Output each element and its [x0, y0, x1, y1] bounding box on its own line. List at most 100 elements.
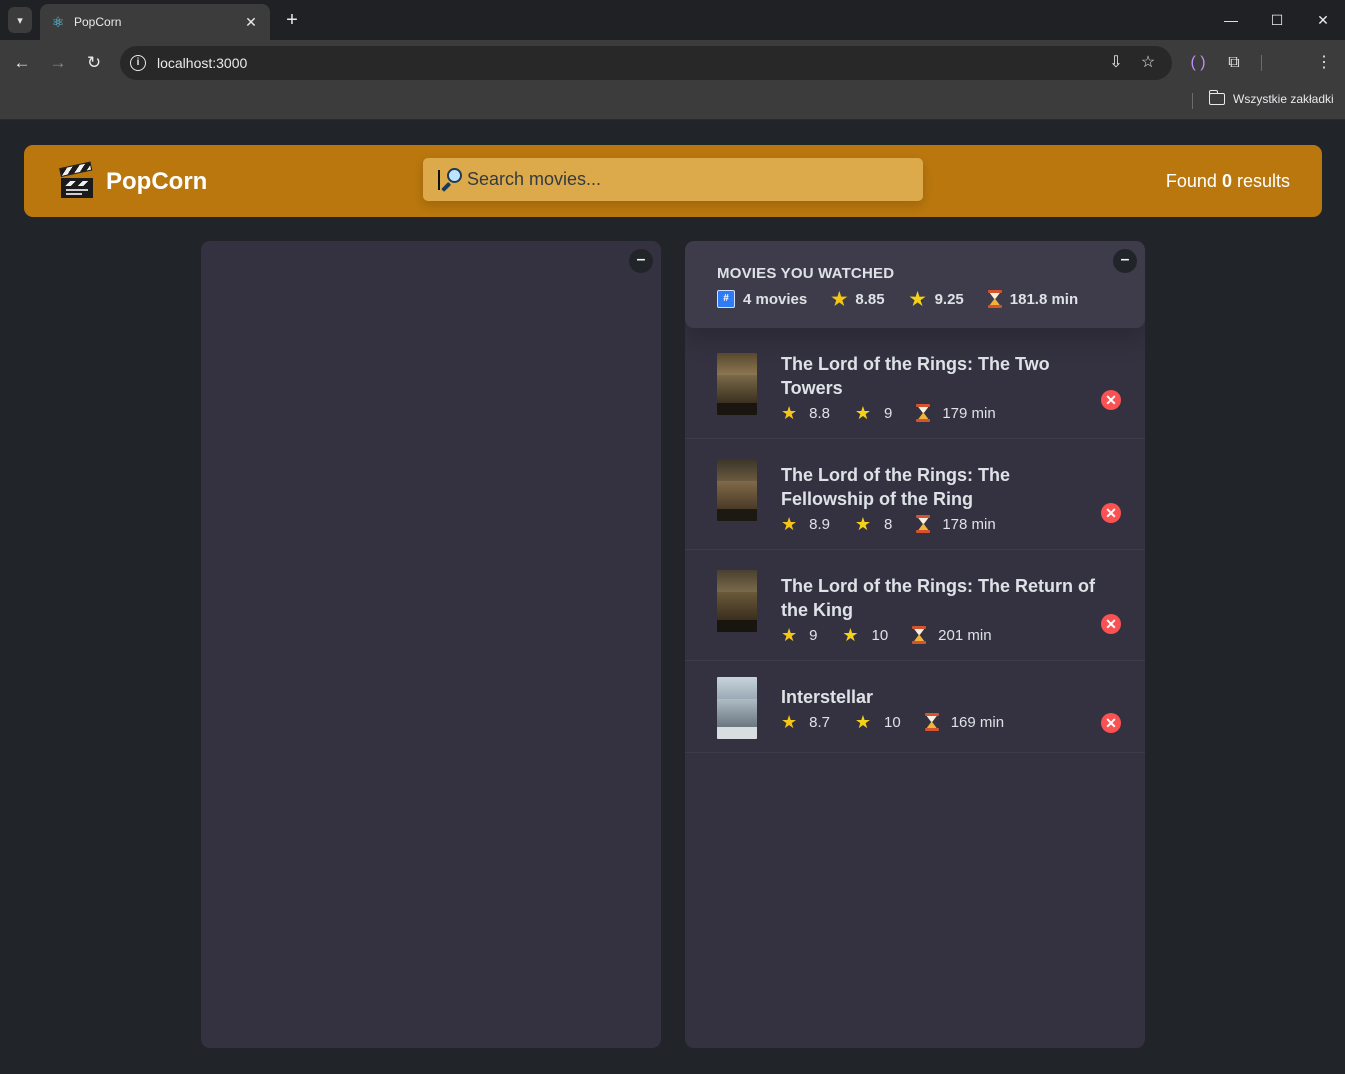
logo: PopCorn: [59, 161, 207, 199]
glowing-star-icon: ★: [909, 289, 926, 309]
user-rating-value: 9: [884, 404, 893, 422]
runtime-value: 179 min: [942, 404, 996, 422]
movie-imdb-rating: ★ 9: [781, 626, 817, 644]
star-icon: ★: [781, 712, 798, 732]
react-icon: ⚛: [51, 14, 65, 30]
movie-poster: [717, 353, 757, 415]
movie-runtime: 179 min: [916, 404, 996, 422]
hourglass-icon: [916, 515, 931, 533]
movie-stats: ★ 8.9 ★ 8 178 min: [781, 515, 1113, 533]
browser-titlebar: ▾ ⚛ PopCorn ✕ + — ☐ ✕: [0, 0, 1345, 40]
movie-title: Interstellar: [781, 687, 874, 707]
watched-movie-item: Interstellar ★ 8.7 ★ 10 169 min ✕: [685, 661, 1145, 753]
movie-stats: ★ 8.7 ★ 10 169 min: [781, 713, 1113, 731]
reload-icon[interactable]: ↻: [82, 51, 106, 75]
all-bookmarks-folder[interactable]: Wszystkie zakładki: [1208, 90, 1334, 106]
search-box[interactable]: [423, 158, 923, 201]
imdb-rating-value: 8.9: [809, 515, 830, 533]
browser-toolbar: ← → ↻ i localhost:3000 ⇩ ☆ ( ) ⧉ ⋮: [0, 40, 1345, 86]
hourglass-icon: [916, 404, 931, 422]
bookmarks-divider: [1192, 93, 1193, 109]
results-suffix: results: [1231, 171, 1290, 191]
all-bookmarks-label: Wszystkie zakładki: [1233, 92, 1334, 106]
bookmark-star-icon[interactable]: ☆: [1137, 52, 1159, 74]
forward-icon[interactable]: →: [46, 51, 70, 75]
movie-imdb-rating: ★ 8.7: [781, 713, 830, 731]
imdb-rating-value: 9: [809, 626, 818, 644]
movie-imdb-rating: ★ 8.9: [781, 515, 830, 533]
runtime-value: 169 min: [950, 713, 1005, 731]
delete-movie-button[interactable]: ✕: [1101, 713, 1121, 733]
browser-tab[interactable]: ⚛ PopCorn ✕: [40, 4, 270, 40]
movie-imdb-rating: ★ 8.8: [781, 404, 830, 422]
extensions-puzzle-icon[interactable]: ⧉: [1222, 51, 1246, 75]
imdb-rating-value: 8.7: [809, 713, 830, 731]
address-bar[interactable]: i localhost:3000 ⇩ ☆: [120, 46, 1172, 80]
movie-runtime: 178 min: [916, 515, 996, 533]
back-icon[interactable]: ←: [10, 51, 34, 75]
movie-poster: [717, 459, 757, 521]
delete-movie-button[interactable]: ✕: [1101, 390, 1121, 410]
movie-poster: [717, 570, 757, 632]
stat-avg-imdb: ★ 8.85: [831, 290, 884, 308]
glowing-star-icon: ★: [854, 514, 872, 534]
toolbar-divider: [1261, 55, 1262, 71]
user-rating-value: 10: [884, 713, 901, 731]
close-window-icon[interactable]: ✕: [1308, 8, 1338, 32]
maximize-icon[interactable]: ☐: [1262, 8, 1292, 32]
user-rating-value: 10: [871, 626, 889, 644]
hash-icon: #: [717, 290, 735, 308]
avg-imdb-value: 8.85: [855, 290, 885, 308]
extension-icon[interactable]: ( ): [1186, 51, 1210, 75]
watched-summary: Movies you watched # 4 movies ★ 8.85 ★ 9…: [685, 241, 1145, 328]
toggle-watched-button[interactable]: –: [1113, 249, 1137, 273]
movie-user-rating: ★ 10: [841, 626, 888, 644]
stat-avg-user: ★ 9.25: [909, 289, 964, 309]
nav-bar: PopCorn Found 0 results: [24, 145, 1322, 217]
minimize-icon[interactable]: —: [1216, 8, 1246, 32]
movie-poster: [717, 677, 757, 739]
movie-stats: ★ 8.8 ★ 9 179 min: [781, 404, 1113, 422]
glowing-star-icon: ★: [854, 403, 872, 423]
watched-list: The Lord of the Rings: The Two Towers ★ 8…: [685, 328, 1145, 753]
movie-title: The Lord of the Rings: The Fellowship of…: [781, 465, 1010, 509]
avg-user-value: 9.25: [934, 290, 964, 308]
new-tab-button[interactable]: +: [280, 8, 304, 32]
imdb-rating-value: 8.8: [809, 404, 830, 422]
star-icon: ★: [781, 514, 798, 534]
movie-title: The Lord of the Rings: The Return of the…: [781, 576, 1095, 620]
tab-title: PopCorn: [74, 15, 122, 29]
delete-movie-button[interactable]: ✕: [1101, 503, 1121, 523]
magnifier-icon: [439, 167, 463, 192]
movie-user-rating: ★ 8: [854, 515, 892, 533]
results-number: 0: [1221, 171, 1232, 191]
star-icon: ★: [781, 403, 798, 423]
delete-movie-button[interactable]: ✕: [1101, 614, 1121, 634]
movies-count-value: 4 movies: [743, 290, 808, 308]
search-input[interactable]: [467, 158, 907, 201]
site-info-icon[interactable]: i: [130, 55, 146, 71]
movie-title: The Lord of the Rings: The Two Towers: [781, 354, 1050, 398]
results-prefix: Found: [1165, 171, 1222, 191]
hourglass-icon: [912, 626, 927, 644]
app-page: PopCorn Found 0 results – – Movies you w…: [0, 121, 1345, 1074]
tab-search-button[interactable]: ▾: [8, 7, 32, 33]
close-tab-icon[interactable]: ✕: [242, 14, 260, 31]
runtime-value: 201 min: [938, 626, 992, 644]
star-icon: ★: [781, 625, 798, 645]
star-icon: ★: [831, 289, 848, 309]
clapperboard-icon: [59, 161, 94, 199]
glowing-star-icon: ★: [842, 625, 859, 645]
runtime-value: 178 min: [942, 515, 996, 533]
watched-movie-item: The Lord of the Rings: The Fellowship of…: [685, 439, 1145, 550]
url-text: localhost:3000: [157, 55, 248, 71]
movie-user-rating: ★ 9: [854, 404, 892, 422]
watched-movie-item: The Lord of the Rings: The Two Towers ★ 8…: [685, 328, 1145, 439]
toggle-results-button[interactable]: –: [629, 249, 653, 273]
hourglass-icon: [987, 290, 1002, 308]
summary-stats: # 4 movies ★ 8.85 ★ 9.25 181.8 min: [717, 290, 1113, 308]
menu-kebab-icon[interactable]: ⋮: [1312, 51, 1336, 75]
watched-box: – Movies you watched # 4 movies ★ 8.85 ★…: [685, 241, 1145, 1048]
install-app-icon[interactable]: ⇩: [1105, 52, 1127, 74]
search-results-box: –: [201, 241, 661, 1048]
